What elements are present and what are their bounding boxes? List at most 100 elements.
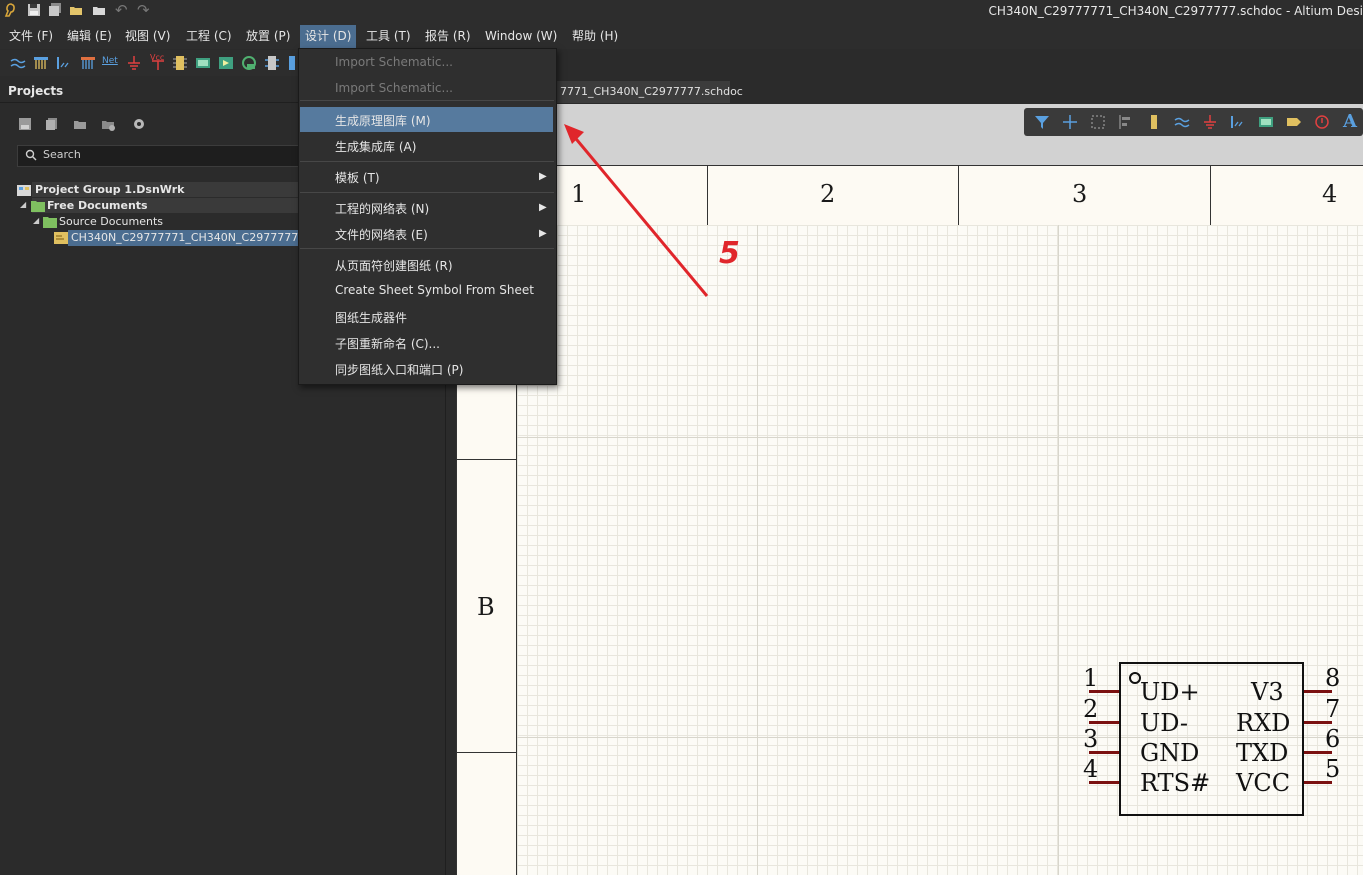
sheet-symbol-icon[interactable]	[195, 55, 211, 71]
zone-divider	[958, 165, 959, 225]
search-icon	[25, 149, 37, 161]
submenu-arrow-icon: ▶	[539, 202, 547, 213]
menu-templates[interactable]: 模板 (T)	[335, 169, 380, 186]
compile-icon[interactable]	[45, 117, 59, 131]
net-label-icon[interactable]: Net	[102, 56, 118, 66]
open-project-icon[interactable]	[92, 3, 106, 17]
place-bus-entry-icon[interactable]	[1230, 114, 1246, 130]
settings-gear-icon[interactable]	[132, 117, 146, 131]
menu-import-schematic: Import Schematic...	[335, 55, 453, 69]
menu-make-schematic-library[interactable]: 生成原理图库 (M)	[335, 112, 431, 129]
menu-edit[interactable]: 编辑 (E)	[62, 28, 117, 45]
save-all-icon[interactable]	[48, 3, 62, 17]
menu-file[interactable]: 文件 (F)	[4, 28, 58, 45]
menu-tools[interactable]: 工具 (T)	[361, 28, 416, 45]
menu-import-schematic-2: Import Schematic...	[335, 81, 453, 95]
tree-free-documents[interactable]: Free Documents	[47, 198, 148, 213]
pin-number: 8	[1325, 664, 1341, 692]
menu-create-sheet-symbol[interactable]: Create Sheet Symbol From Sheet	[335, 283, 534, 297]
device-sheet-icon[interactable]	[241, 55, 257, 71]
place-text-icon[interactable]: A	[1343, 111, 1357, 132]
menu-view[interactable]: 视图 (V)	[120, 28, 175, 45]
pin-number: 4	[1083, 755, 1099, 783]
pin-name: TXD	[1236, 739, 1289, 767]
search-placeholder: Search	[43, 148, 81, 161]
pin-number: 5	[1325, 755, 1341, 783]
menu-sheet-to-part[interactable]: 图纸生成器件	[335, 309, 407, 326]
tree-source-documents[interactable]: Source Documents	[59, 214, 163, 229]
filter-icon[interactable]	[1034, 114, 1050, 130]
pin-number: 6	[1325, 725, 1341, 753]
pin-number: 2	[1083, 695, 1099, 723]
bus-icon[interactable]	[33, 55, 49, 71]
pin-name: V3	[1251, 678, 1284, 706]
project-group-icon	[17, 185, 31, 196]
place-port-icon[interactable]	[1286, 114, 1302, 130]
bus-entry-icon[interactable]	[56, 55, 72, 71]
grid-major	[517, 437, 1363, 438]
zone-label-b: B	[477, 593, 495, 621]
pin-name: GND	[1140, 739, 1200, 767]
menu-separator	[300, 100, 554, 101]
folder-icon	[31, 201, 45, 212]
projects-title: Projects	[8, 84, 64, 98]
align-icon[interactable]	[1118, 114, 1134, 130]
folder-icon	[43, 217, 57, 228]
pin-number: 1	[1083, 664, 1099, 692]
menu-separator	[300, 161, 554, 162]
document-tab[interactable]: 7771_CH340N_C2977777.schdoc	[556, 81, 743, 103]
pin-number: 7	[1325, 695, 1341, 723]
ground-icon[interactable]	[126, 55, 142, 71]
tree-schematic-file[interactable]: CH340N_C29777771_CH340N_C2977777.schdo	[71, 230, 334, 245]
menu-design[interactable]: 设计 (D)	[300, 25, 357, 48]
grid-major	[1058, 225, 1059, 875]
save-project-icon[interactable]	[18, 117, 32, 131]
menu-place[interactable]: 放置 (P)	[241, 28, 295, 45]
zone-divider-h	[456, 752, 516, 753]
redo-icon[interactable]: ↷	[137, 1, 150, 19]
window-title: CH340N_C29777771_CH340N_C2977777.schdoc …	[988, 4, 1363, 18]
pin-name: RXD	[1236, 709, 1291, 737]
annotation-step-number: 5	[719, 236, 740, 271]
menu-help[interactable]: 帮助 (H)	[567, 28, 623, 45]
part-icon[interactable]	[172, 55, 188, 71]
expand-icon[interactable]: ◢	[20, 200, 26, 209]
menu-window[interactable]: Window (W)	[480, 28, 562, 45]
expand-icon[interactable]: ◢	[33, 216, 39, 225]
zone-divider-h	[456, 459, 516, 460]
select-icon[interactable]	[1090, 114, 1106, 130]
menu-project-netlist[interactable]: 工程的网络表 (N)	[335, 200, 429, 217]
menu-project[interactable]: 工程 (C)	[181, 28, 237, 45]
menu-create-sheet-from-symbol[interactable]: 从页面符创建图纸 (R)	[335, 257, 453, 274]
menu-make-integrated-library[interactable]: 生成集成库 (A)	[335, 138, 416, 155]
place-wire-icon[interactable]	[1174, 114, 1190, 130]
undo-icon[interactable]: ↶	[115, 1, 128, 19]
harness-icon[interactable]	[80, 55, 96, 71]
open-folder-icon[interactable]	[69, 3, 83, 17]
menu-rename-child-sheet[interactable]: 子图重新命名 (C)...	[335, 335, 440, 352]
submenu-arrow-icon: ▶	[539, 228, 547, 239]
annotation-arrow	[564, 124, 709, 297]
place-part-icon[interactable]	[1146, 114, 1162, 130]
submenu-arrow-icon: ▶	[539, 171, 547, 182]
vcc-icon[interactable]	[150, 55, 166, 71]
place-sheet-symbol-icon[interactable]	[1258, 114, 1274, 130]
zone-label-2: 2	[820, 180, 836, 208]
menu-reports[interactable]: 报告 (R)	[420, 28, 476, 45]
tree-project-group[interactable]: Project Group 1.DsnWrk	[35, 182, 184, 197]
remove-project-icon[interactable]	[101, 117, 115, 131]
place-ground-icon[interactable]	[1202, 114, 1218, 130]
sheet-entry-icon[interactable]	[218, 55, 234, 71]
zone-label-4: 4	[1322, 180, 1338, 208]
menu-sync-sheet-entries[interactable]: 同步图纸入口和端口 (P)	[335, 361, 463, 378]
grid-major	[757, 225, 758, 875]
wire-icon[interactable]	[10, 55, 26, 71]
move-icon[interactable]	[1062, 114, 1078, 130]
schematic-doc-icon	[54, 232, 68, 244]
port-icon[interactable]	[264, 55, 280, 71]
save-icon[interactable]	[27, 3, 41, 17]
altium-logo-icon	[4, 3, 15, 17]
place-no-erc-icon[interactable]	[1314, 114, 1330, 130]
add-project-icon[interactable]	[73, 117, 87, 131]
menu-document-netlist[interactable]: 文件的网络表 (E)	[335, 226, 428, 243]
